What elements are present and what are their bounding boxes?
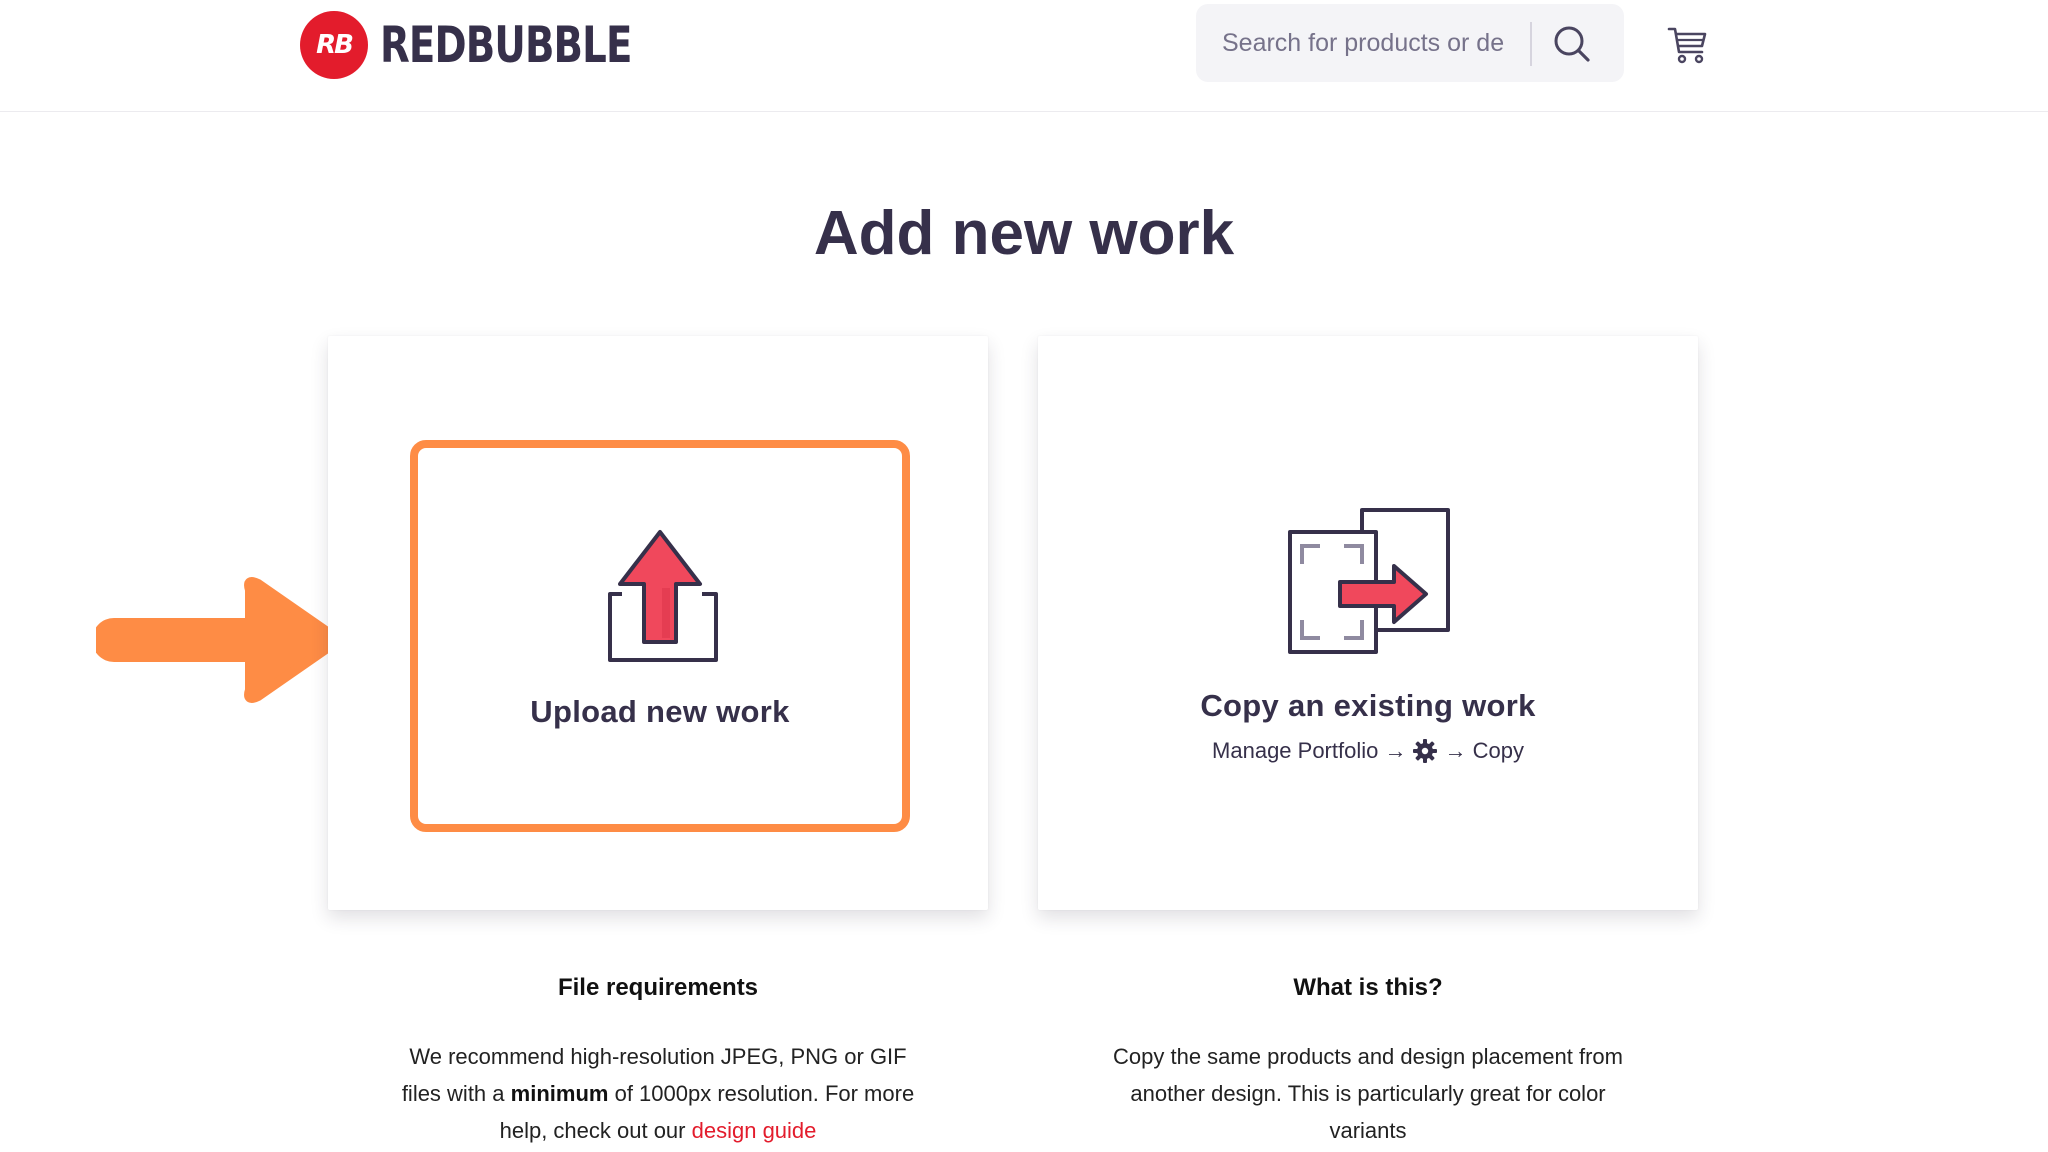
search-input[interactable] xyxy=(1222,28,1522,58)
design-guide-link[interactable]: design guide xyxy=(692,1118,817,1143)
search-bar xyxy=(1196,4,1624,82)
cart-button[interactable] xyxy=(1666,22,1710,66)
copy-instructions: Manage Portfolio → → Copy xyxy=(1038,738,1698,764)
file-requirements-heading: File requirements xyxy=(557,974,759,1001)
upload-new-work-button[interactable]: Upload new work xyxy=(410,440,910,832)
redbubble-logo[interactable]: RB REDBUBBLE xyxy=(300,10,673,80)
logo-mark-icon: RB xyxy=(300,11,368,79)
search-divider xyxy=(1530,22,1532,66)
what-is-this-section: What is this? Copy the same products and… xyxy=(1038,974,1698,1149)
file-requirements-text: We recommend high-resolution JPEG, PNG o… xyxy=(398,1038,918,1149)
upload-card: Upload new work xyxy=(328,336,988,910)
file-requirements-bold: minimum xyxy=(510,1081,609,1106)
page-title: Add new work xyxy=(813,199,1235,268)
cart-icon xyxy=(1667,27,1707,64)
upload-new-work-label: Upload new work xyxy=(530,694,790,729)
copy-card[interactable]: Copy an existing work Manage Portfolio →… xyxy=(1038,336,1698,910)
gear-icon xyxy=(1413,739,1438,763)
file-requirements-section: File requirements We recommend high-reso… xyxy=(328,974,988,1149)
logo-text: REDBUBBLE xyxy=(380,16,632,74)
upload-icon xyxy=(608,530,718,662)
copy-path-end: → Copy xyxy=(1444,738,1524,763)
copy-icon xyxy=(1288,508,1450,654)
what-is-this-text: Copy the same products and design placem… xyxy=(1113,1044,1623,1143)
search-icon xyxy=(1554,26,1590,62)
logo-mark-text: RB xyxy=(316,30,354,60)
search-button[interactable] xyxy=(1546,18,1598,70)
copy-path-start: Manage Portfolio → xyxy=(1212,738,1407,763)
what-is-this-heading: What is this? xyxy=(1293,974,1443,1001)
orange-arrow-icon xyxy=(96,577,339,703)
top-header: RB REDBUBBLE xyxy=(0,0,2048,112)
copy-existing-work-label: Copy an existing work xyxy=(1200,688,1536,723)
